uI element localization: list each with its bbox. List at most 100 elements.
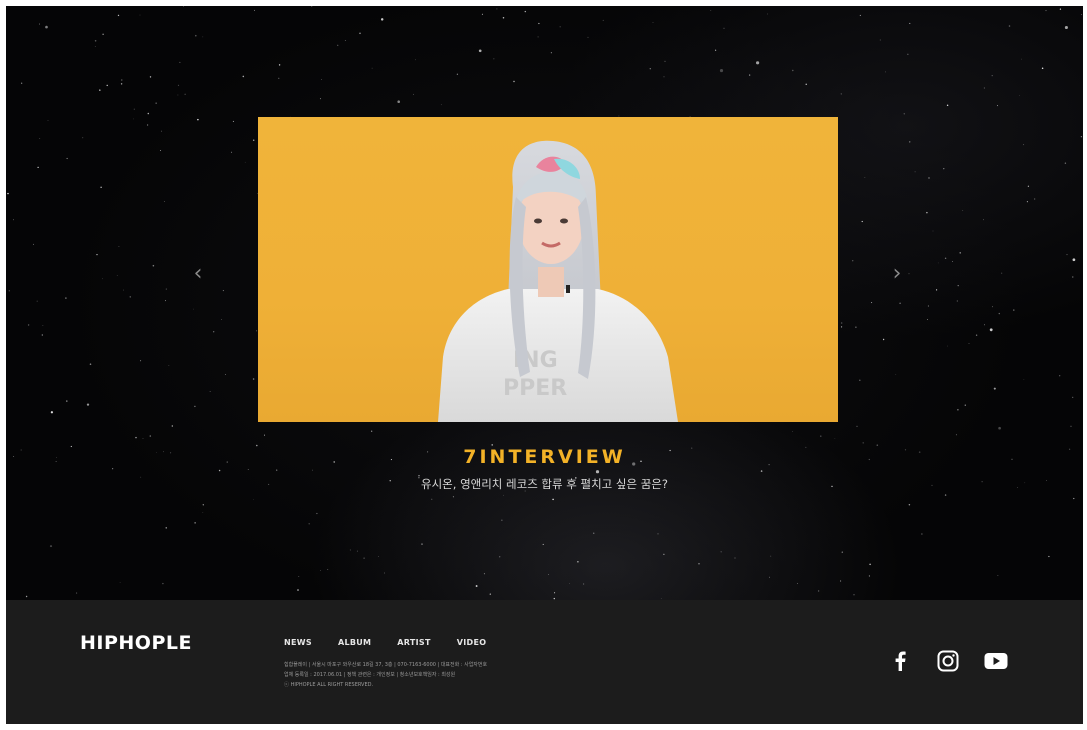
star <box>102 33 104 35</box>
footer-menu-video[interactable]: VIDEO <box>457 638 487 647</box>
star <box>792 69 794 72</box>
video-thumbnail[interactable]: ING PPER <box>258 117 838 422</box>
star <box>452 496 454 498</box>
star <box>998 426 1001 430</box>
star <box>927 319 928 320</box>
star <box>311 6 313 7</box>
star <box>475 585 478 587</box>
company-info: 힙합플레이 | 서울시 마포구 와우산로 18길 37, 3층 | 070-71… <box>284 660 487 690</box>
interview-person-image: ING PPER <box>438 140 678 422</box>
svg-text:PPER: PPER <box>503 376 567 401</box>
star <box>587 36 589 38</box>
star <box>649 67 652 70</box>
star <box>1073 497 1075 500</box>
star <box>927 305 929 307</box>
star <box>193 308 194 310</box>
star <box>1008 25 1011 27</box>
star <box>841 322 843 324</box>
star <box>94 40 97 42</box>
star <box>856 425 858 427</box>
star <box>194 405 196 408</box>
instagram-link[interactable] <box>935 648 961 674</box>
star <box>117 14 120 17</box>
footer-menu-album[interactable]: ALBUM <box>338 638 371 647</box>
star <box>37 166 39 169</box>
star <box>316 512 318 515</box>
star <box>50 411 54 414</box>
star <box>882 338 885 341</box>
star <box>76 592 78 594</box>
star <box>502 16 505 19</box>
star <box>253 498 254 500</box>
star <box>440 104 442 106</box>
star <box>163 201 165 202</box>
star <box>859 379 861 382</box>
star <box>165 288 167 290</box>
prev-arrow-button[interactable]: ‹ <box>186 262 210 286</box>
star <box>142 438 144 440</box>
star <box>921 533 923 535</box>
star <box>698 563 700 565</box>
star <box>308 523 310 525</box>
star <box>349 549 351 551</box>
star <box>1048 555 1050 558</box>
star <box>481 13 483 15</box>
star <box>946 104 949 107</box>
star <box>21 82 23 84</box>
star <box>96 254 98 256</box>
footer-menu-artist[interactable]: ARTIST <box>397 638 430 647</box>
star <box>859 14 861 16</box>
star <box>1070 425 1072 427</box>
star <box>975 334 978 336</box>
star <box>278 64 281 66</box>
star <box>242 75 245 78</box>
video-subtitle[interactable]: 유시온, 영앤리치 레코즈 합류 후 펼치고 싶은 꿈은? <box>6 476 1083 492</box>
footer-menu-news[interactable]: NEWS <box>284 638 312 647</box>
star <box>140 360 142 362</box>
star <box>1034 198 1036 200</box>
star <box>25 595 28 598</box>
star <box>841 326 843 328</box>
star <box>944 494 947 496</box>
star <box>66 157 68 160</box>
star <box>1059 8 1062 10</box>
star <box>663 553 665 555</box>
star <box>595 470 600 474</box>
youtube-icon <box>984 653 1008 669</box>
star <box>1066 254 1068 256</box>
star <box>992 306 994 308</box>
star <box>195 34 197 37</box>
star <box>548 573 550 575</box>
star <box>256 330 257 332</box>
star <box>983 87 985 89</box>
star <box>583 583 585 585</box>
company-info-line: 업체 등록일 : 2017.06.01 | 정책 관련은 : 개인정보 | 청소… <box>284 672 456 678</box>
star <box>194 522 196 524</box>
star <box>720 551 722 553</box>
star <box>820 435 822 437</box>
youtube-link[interactable] <box>983 648 1009 674</box>
star <box>321 79 322 80</box>
star <box>276 469 278 471</box>
star <box>42 325 44 326</box>
star <box>184 93 186 95</box>
star <box>489 593 491 595</box>
star <box>537 36 539 38</box>
star <box>119 582 121 583</box>
star <box>943 168 945 170</box>
instagram-icon <box>937 650 959 672</box>
copyright-text: ⓒ HIPHOPLE ALL RIGHT RESERVED. <box>284 682 374 688</box>
star <box>483 573 485 575</box>
next-arrow-button[interactable]: › <box>885 262 909 286</box>
video-title[interactable]: 7INTERVIEW <box>6 446 1083 468</box>
footer-menu: NEWS ALBUM ARTIST VIDEO <box>284 638 512 647</box>
star <box>885 71 886 73</box>
star <box>123 289 124 291</box>
star <box>862 442 864 444</box>
star <box>841 551 843 553</box>
star <box>663 76 665 78</box>
star <box>232 120 234 122</box>
facebook-link[interactable] <box>887 648 913 674</box>
facebook-icon <box>895 651 906 671</box>
site-logo[interactable]: HIPHOPLE <box>80 632 192 654</box>
